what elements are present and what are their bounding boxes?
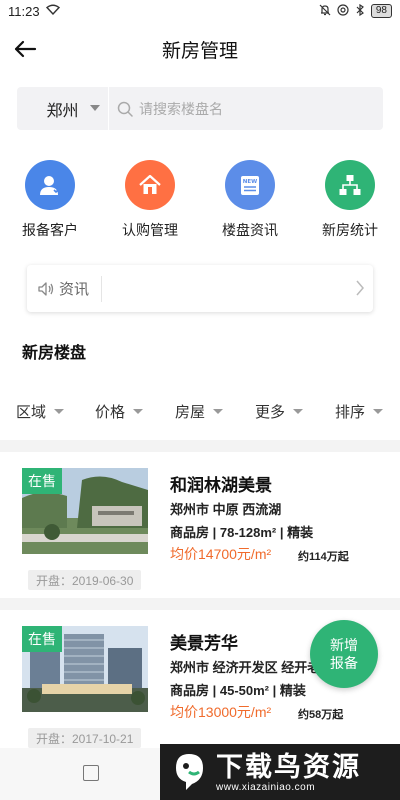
listing-spec: 商品房 | 45-50m² | 精装	[170, 683, 306, 698]
watermark-url: www.xiazainiao.com	[216, 781, 316, 793]
menu-property-news[interactable]: NEW 楼盘资讯	[210, 160, 290, 240]
listing-total-price: 约114万起	[298, 551, 349, 563]
caret-down-icon	[293, 409, 304, 414]
caret-down-icon	[54, 409, 65, 414]
nav-bar: 新房管理	[0, 24, 400, 74]
filter-label: 价格	[95, 404, 126, 421]
menu-label: 认购管理	[122, 222, 178, 238]
filter-more[interactable]: 更多	[255, 401, 304, 422]
person-icon	[25, 160, 75, 210]
menu-label: 新房统计	[322, 222, 378, 238]
battery-indicator: 98	[370, 4, 392, 18]
menu-subscription[interactable]: 认购管理	[110, 160, 190, 240]
menu-statistics[interactable]: 新房统计	[310, 160, 390, 240]
search-input[interactable]	[139, 100, 359, 117]
quick-menu: 报备客户 认购管理 NEW 楼盘资讯 新房统计	[0, 160, 400, 240]
filter-sort[interactable]: 排序	[335, 401, 384, 422]
caret-down-icon	[133, 409, 144, 414]
page-title: 新房管理	[161, 40, 238, 62]
filter-region[interactable]: 区域	[16, 401, 65, 422]
section-title: 新房楼盘	[22, 345, 87, 362]
property-photo: 在售	[22, 626, 148, 712]
open-date-badge: 开盘：2017-10-21	[28, 728, 142, 748]
watermark-text: 下载鸟资源 www.xiazainiao.com	[216, 752, 361, 793]
bluetooth-icon	[355, 3, 365, 19]
divider	[101, 275, 103, 302]
property-photo: 在售	[22, 468, 148, 554]
news-ticker[interactable]: 资讯	[27, 265, 373, 312]
open-date-badge: 开盘：2019-06-30	[28, 570, 142, 590]
menu-report-customer[interactable]: 报备客户	[10, 160, 90, 240]
at-icon	[337, 3, 349, 19]
caret-down-icon	[213, 409, 224, 414]
fab-label: 新增	[330, 637, 358, 653]
filter-bar: 区域 价格 房屋 更多 排序	[0, 393, 400, 433]
menu-label: 报备客户	[22, 222, 78, 238]
svg-text:NEW: NEW	[243, 179, 257, 185]
house-icon	[125, 160, 175, 210]
status-bar: 11:23 98	[0, 0, 400, 22]
listing-total-price: 约58万起	[298, 709, 344, 721]
filter-label: 区域	[16, 404, 47, 421]
filter-price[interactable]: 价格	[95, 401, 144, 422]
chevron-right-icon	[356, 280, 364, 296]
bird-logo-icon	[176, 754, 203, 790]
news-label: 资讯	[59, 281, 90, 298]
speaker-icon	[38, 281, 54, 296]
wifi-icon	[45, 4, 60, 18]
filter-label: 更多	[255, 404, 286, 421]
menu-label: 楼盘资讯	[222, 222, 278, 238]
listing-card[interactable]: 在售 和润林湖美景 郑州市 中原 西流湖 商品房 | 78-128m² | 精装…	[0, 452, 400, 596]
fab-label: 报备	[330, 655, 358, 671]
status-icons: 98	[319, 3, 392, 19]
filter-label: 排序	[335, 404, 366, 421]
city-selector[interactable]: 郑州	[17, 87, 109, 130]
status-time: 11:23	[8, 3, 40, 19]
section-divider	[0, 440, 400, 452]
org-chart-icon	[325, 160, 375, 210]
watermark-title: 下载鸟资源	[216, 751, 361, 782]
listing-title: 美景芳华	[170, 634, 238, 653]
search-field[interactable]	[109, 87, 383, 130]
search-box: 郑州	[17, 87, 383, 130]
listing-price: 均价13000元/m²	[170, 704, 272, 720]
home-square-icon[interactable]	[83, 765, 99, 781]
filter-label: 房屋	[175, 404, 206, 421]
caret-down-icon	[373, 409, 384, 414]
caret-down-icon	[90, 105, 100, 111]
section-divider	[0, 598, 400, 610]
search-icon	[117, 101, 133, 117]
status-badge: 在售	[22, 626, 62, 652]
arrow-left-icon	[14, 40, 37, 58]
news-icon: NEW	[225, 160, 275, 210]
status-badge: 在售	[22, 468, 62, 494]
listing-title: 和润林湖美景	[170, 476, 272, 495]
back-button[interactable]	[10, 34, 40, 64]
listing-spec: 商品房 | 78-128m² | 精装	[170, 525, 314, 540]
city-label: 郑州	[46, 102, 79, 120]
watermark: 下载鸟资源 www.xiazainiao.com	[160, 744, 400, 800]
mute-bell-icon	[319, 4, 331, 19]
listing-location: 郑州市 中原 西流湖	[170, 502, 282, 517]
listing-location: 郑州市 经济开发区 经开老区	[170, 660, 334, 675]
listing-price: 均价14700元/m²	[170, 546, 272, 562]
add-report-button[interactable]: 新增 报备	[310, 620, 378, 688]
filter-house[interactable]: 房屋	[175, 401, 224, 422]
